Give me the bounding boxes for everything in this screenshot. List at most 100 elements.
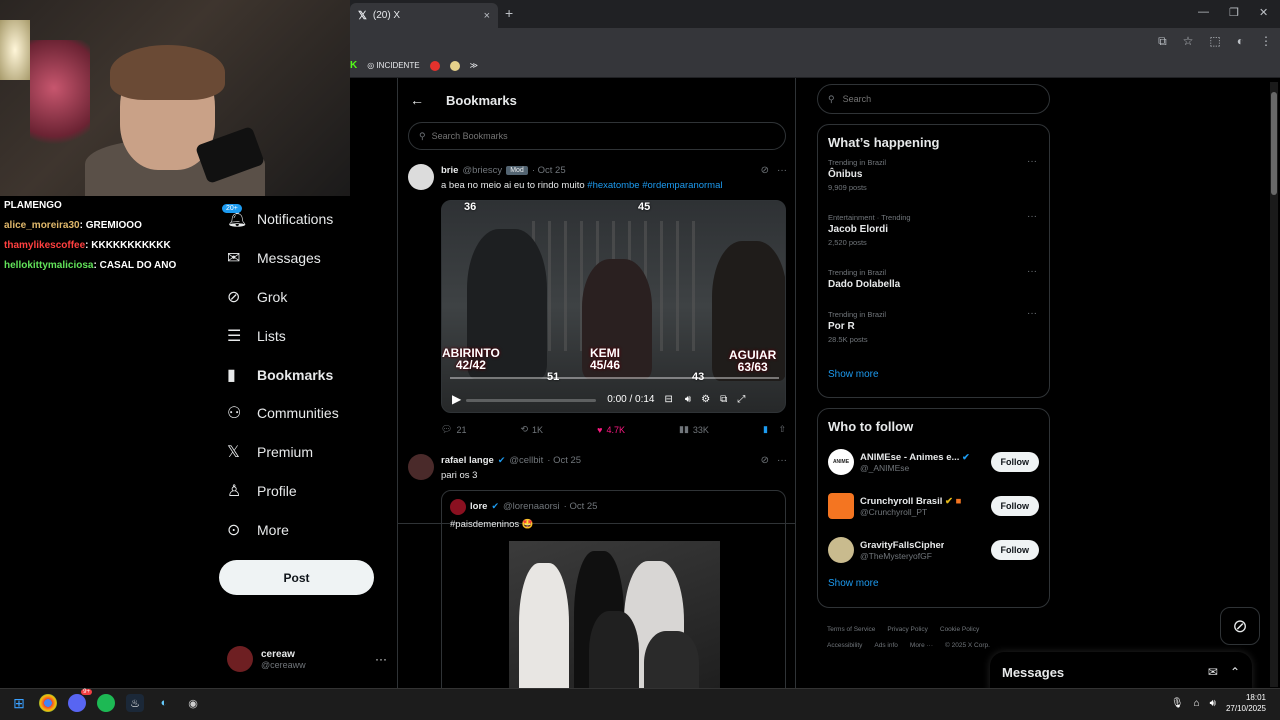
microphone-icon[interactable]: 🎙︎ (1171, 698, 1184, 709)
bookmarks-search-input[interactable] (431, 131, 752, 141)
grok-fab-button[interactable]: ⊘ (1220, 607, 1260, 645)
nav-premium[interactable]: 𝕏 Premium (219, 433, 379, 472)
show-more-link[interactable]: Show more (818, 363, 1049, 390)
video-player[interactable]: 36 45 ABIRINTO 42/42 KEMI 45/46 AGUIAR 63/6… (441, 200, 786, 413)
expand-chevron-icon[interactable]: ⌃ (1230, 665, 1240, 679)
back-arrow-icon[interactable]: ← (410, 92, 424, 108)
more-dots-icon[interactable]: ··· (1027, 211, 1037, 222)
chrome-icon[interactable] (39, 694, 57, 712)
more-bookmarks-icon[interactable]: ≫ (470, 61, 478, 70)
tweet-date[interactable]: · Oct 25 (547, 455, 581, 466)
steam-icon[interactable]: ♨ (126, 694, 144, 712)
footer-link[interactable]: Cookie Policy (940, 626, 979, 633)
browser-tab[interactable]: 𝕏 (20) X × (350, 3, 498, 28)
red-bookmark-icon[interactable] (429, 60, 440, 71)
author-name[interactable]: rafael lange (441, 455, 494, 466)
post-button[interactable]: Post (219, 560, 374, 595)
follow-button[interactable]: Follow (990, 496, 1039, 516)
nav-communities[interactable]: ⚇ Communities (219, 394, 379, 433)
kebab-menu-icon[interactable]: ⋮ (1260, 34, 1272, 49)
more-dots-icon[interactable]: ··· (777, 165, 787, 176)
author-handle[interactable]: @cellbit (509, 455, 543, 466)
grok-icon[interactable]: ⊘ (761, 455, 769, 466)
more-dots-icon[interactable]: ··· (777, 455, 787, 466)
footer-link[interactable]: More ··· (910, 642, 933, 649)
author-name[interactable]: brie (441, 165, 458, 176)
nav-notifications[interactable]: 🔔︎ Notifications (219, 200, 379, 239)
follow-suggestion[interactable]: GravityFallsCipher @TheMysteryofGF Follo… (818, 528, 1049, 572)
follow-button[interactable]: Follow (990, 452, 1039, 472)
incidente-bookmark[interactable]: ◎ INCIDENTE (367, 61, 419, 70)
nav-more[interactable]: ⊙ More (219, 510, 379, 549)
windows-start-icon[interactable]: ⊞ (10, 694, 28, 712)
extensions-icon[interactable]: ⬚ (1209, 34, 1220, 49)
account-switcher[interactable]: cereaw @cereaww ··· (227, 644, 387, 674)
follow-suggestion[interactable]: ANIME ANIMEse - Animes e... ✔ @_ANIMEse … (818, 440, 1049, 484)
reply-button[interactable]: 💬︎ 21 (441, 424, 466, 435)
discord-icon[interactable]: 9+ (68, 689, 92, 712)
play-icon[interactable]: ▶ (452, 392, 461, 406)
quoted-tweet[interactable]: lore ✔ @lorenaaorsi · Oct 25 #paisdemeni… (441, 490, 786, 688)
footer-link[interactable]: Privacy Policy (887, 626, 927, 633)
minimize-icon[interactable]: — (1198, 6, 1209, 18)
trend-item[interactable]: Trending in Brazil Por R 28.5K posts ··· (818, 308, 1049, 363)
volume-icon[interactable]: 🔊︎ (685, 394, 691, 405)
views-button[interactable]: ▮▮ 33K (679, 424, 709, 435)
yellow-bookmark-icon[interactable] (449, 60, 460, 71)
trend-item[interactable]: Entertainment · Trending Jacob Elordi 2,… (818, 211, 1049, 266)
show-more-link[interactable]: Show more (818, 572, 1049, 599)
clock[interactable]: 18:01 27/10/2025 (1226, 692, 1266, 714)
obs-icon[interactable]: ◉ (184, 694, 202, 712)
footer-link[interactable]: Accessibility (827, 642, 862, 649)
nav-grok[interactable]: ⊘ Grok (219, 278, 379, 317)
profile-avatar-icon[interactable]: ◐ (1237, 34, 1244, 49)
footer-link[interactable]: Terms of Service (827, 626, 875, 633)
trend-item[interactable]: Trending in Brazil Dado Dolabella ··· (818, 266, 1049, 308)
share-icon[interactable]: ⇧ (778, 424, 786, 435)
scrollbar-thumb[interactable] (1271, 92, 1277, 195)
grok-icon[interactable]: ⊘ (761, 165, 769, 176)
follow-button[interactable]: Follow (990, 540, 1039, 560)
trend-item[interactable]: Trending in Brazil Ônibus 9,909 posts ··… (818, 156, 1049, 211)
nav-lists[interactable]: ☰ Lists (219, 316, 379, 355)
close-window-icon[interactable]: ✕ (1259, 6, 1268, 19)
spotify-icon[interactable] (97, 694, 115, 712)
more-dots-icon[interactable]: ··· (1027, 266, 1037, 277)
repost-button[interactable]: ⟲ 1K (521, 424, 544, 435)
install-icon[interactable]: ⧉ (1158, 34, 1167, 49)
like-button[interactable]: ♥ 4.7K (597, 424, 625, 435)
search-box[interactable]: ⚲ (817, 84, 1050, 114)
bookmark-toggle[interactable]: ▮ ⇧ (763, 424, 786, 435)
quote-author-handle: @lorenaaorsi (502, 501, 560, 512)
messages-drawer[interactable]: Messages ✉ ⌃ (990, 652, 1252, 692)
tweet-date[interactable]: · Oct 25 (532, 165, 566, 176)
kick-bookmark[interactable]: K (350, 60, 357, 71)
hashtags[interactable]: #hexatombe #ordemparanormal (587, 180, 722, 191)
fullscreen-icon[interactable]: ⤢ (737, 394, 745, 405)
more-dots-icon[interactable]: ··· (1027, 156, 1037, 167)
follow-suggestion[interactable]: Crunchyroll Brasil ✔ ■ @Crunchyroll_PT F… (818, 484, 1049, 528)
nav-profile[interactable]: ♙ Profile (219, 472, 379, 511)
search-input[interactable] (842, 94, 1023, 104)
video-progress-bar[interactable] (450, 377, 779, 379)
nav-messages[interactable]: ✉ Messages (219, 239, 379, 278)
new-tab-button[interactable]: + (505, 5, 513, 21)
volume-icon[interactable]: 🔊︎ (1210, 698, 1216, 709)
new-message-icon[interactable]: ✉ (1208, 665, 1218, 679)
cursor-app-icon[interactable]: ◐ (155, 694, 173, 712)
captions-icon[interactable]: ⊟ (665, 394, 673, 405)
star-icon[interactable]: ☆ (1183, 34, 1194, 49)
bookmarks-search[interactable]: ⚲ (408, 122, 786, 150)
restore-icon[interactable]: ❐ (1229, 6, 1239, 19)
quote-photo[interactable] (509, 541, 720, 688)
quote-author-name[interactable]: lore (470, 501, 487, 512)
close-tab-icon[interactable]: × (484, 10, 490, 22)
footer-link[interactable]: Ads info (874, 642, 898, 649)
nav-bookmarks[interactable]: ▮ Bookmarks (219, 355, 379, 394)
pip-icon[interactable]: ⧉ (720, 394, 727, 405)
more-dots-icon[interactable]: ··· (1027, 308, 1037, 319)
author-handle[interactable]: @briescy (462, 165, 502, 176)
settings-gear-icon[interactable]: ⚙ (701, 394, 710, 405)
lamp (0, 20, 30, 80)
network-icon[interactable]: ⌂ (1194, 698, 1200, 709)
